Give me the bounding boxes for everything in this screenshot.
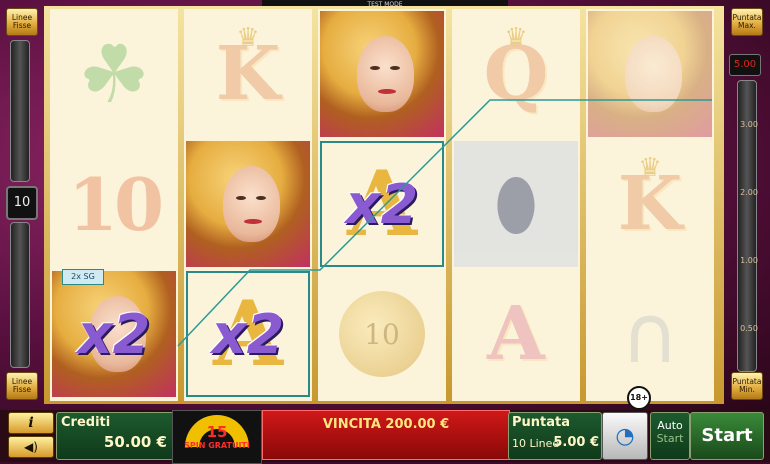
- bet-label: Puntata: [512, 415, 571, 430]
- auto-label: Auto: [657, 419, 683, 432]
- lines-label: 10 Linee: [512, 437, 560, 450]
- bet-value: 5.00 €: [553, 435, 599, 450]
- info-button[interactable]: i: [8, 412, 54, 434]
- win-amount: VINCITA 200.00 €: [322, 417, 450, 432]
- age-18-badge: 18+: [627, 386, 651, 410]
- credits-panel: Crediti 50.00 €: [56, 412, 174, 460]
- free-spins-panel: 15 SPIN GRATUITI: [172, 410, 262, 464]
- auto-start-button[interactable]: Auto Start: [650, 412, 690, 460]
- credits-label: Crediti: [61, 415, 111, 430]
- free-spins-label: SPIN GRATUITI: [184, 441, 250, 450]
- super-gamble-tag: 2x SG: [62, 269, 104, 285]
- start-button[interactable]: Start: [690, 412, 764, 460]
- sound-icon[interactable]: ◀): [8, 436, 54, 458]
- gamble-button[interactable]: ◔: [602, 412, 648, 460]
- credits-value: 50.00 €: [103, 433, 167, 451]
- win-panel: VINCITA 200.00 €: [262, 410, 510, 460]
- win-line: [177, 99, 712, 347]
- bet-panel: Puntata 10 Linee 5.00 €: [508, 412, 602, 460]
- auto-sub-label: Start: [656, 432, 684, 445]
- gauge-icon: ◔: [615, 423, 635, 449]
- free-spins-count: 15: [206, 423, 228, 441]
